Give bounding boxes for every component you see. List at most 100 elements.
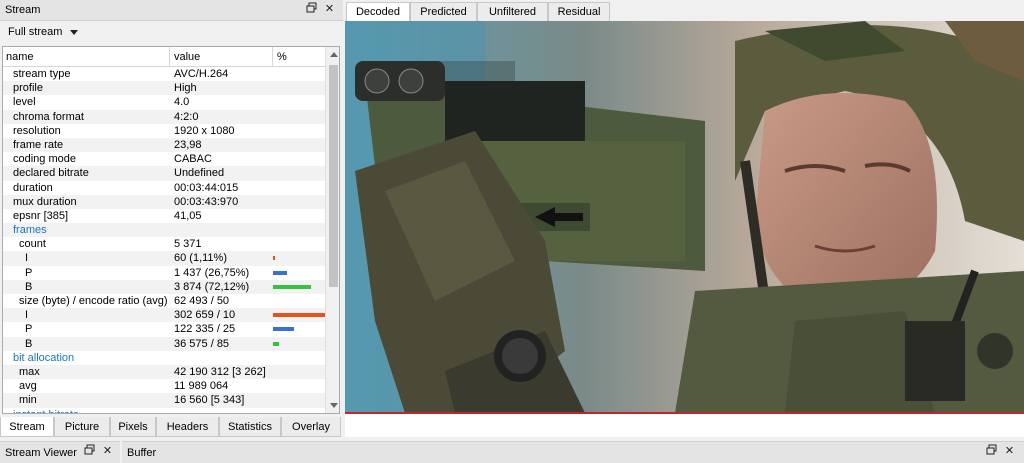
table-section-row[interactable]: frames (3, 223, 325, 238)
table-row[interactable]: coding mode CABAC (3, 152, 325, 166)
percent-bar (273, 341, 279, 346)
row-name: epsnr [385] (13, 209, 69, 222)
tab-label: Pixels (118, 421, 148, 433)
chevron-down-icon (70, 29, 79, 35)
table-row[interactable]: B 36 575 / 85 (3, 336, 325, 351)
table-row[interactable]: B 3 874 (72,12%) (3, 279, 325, 294)
tab-picture[interactable]: Picture (54, 417, 110, 437)
row-value: 11 989 064 (174, 380, 229, 393)
viewer-footer (345, 414, 1024, 437)
row-value: 4.0 (174, 96, 190, 109)
tab-stream[interactable]: Stream (0, 417, 54, 437)
table-row[interactable]: frame rate 23,98 (3, 137, 325, 153)
close-icon[interactable]: ✕ (1002, 444, 1017, 459)
table-row[interactable]: resolution 1920 x 1080 (3, 124, 325, 138)
table-row[interactable]: size (byte) / encode ratio (avg) 62 493 /… (3, 294, 325, 308)
stream-viewer-titlebar: Stream Viewer ✕ (0, 441, 120, 463)
tab-statistics[interactable]: Statistics (219, 417, 281, 437)
stream-dock-titlebar: Stream ✕ (0, 0, 343, 21)
tab-label: Predicted (420, 6, 467, 18)
stream-dock-title: Stream (5, 4, 41, 16)
table-row[interactable]: level 4.0 (3, 95, 325, 109)
restore-window-icon[interactable] (304, 2, 319, 17)
tab-headers[interactable]: Headers (156, 417, 219, 437)
row-name: B (25, 337, 33, 350)
row-value: 62 493 / 50 (174, 295, 230, 307)
row-name: count (19, 238, 46, 251)
tab-label: Overlay (292, 421, 330, 433)
row-name: chroma format (13, 110, 84, 123)
tab-predicted[interactable]: Predicted (410, 2, 477, 22)
table-row[interactable]: chroma format 4:2:0 (3, 109, 325, 124)
percent-bar (273, 256, 275, 261)
app-window: Stream ✕ Full stream name value % stream… (0, 0, 1024, 463)
tab-residual[interactable]: Residual (548, 2, 610, 22)
table-row[interactable]: P 122 335 / 25 (3, 322, 325, 336)
table-header: name value % (3, 47, 325, 67)
tab-overlay[interactable]: Overlay (281, 417, 341, 437)
row-value: 00:03:43:970 (174, 195, 239, 208)
table-row[interactable]: avg 11 989 064 (3, 379, 325, 393)
row-name: duration (13, 181, 53, 194)
percent-bar (273, 313, 325, 318)
buffer-titlebar: Buffer ✕ (122, 441, 1024, 463)
row-value: 41,05 (174, 209, 202, 222)
tab-label: Stream (9, 421, 45, 433)
stream-scope-dropdown[interactable]: Full stream (2, 23, 84, 43)
table-body: stream type AVC/H.264 profile High level 4.0 c… (3, 67, 325, 414)
row-name: I (25, 309, 29, 322)
tab-label: Picture (64, 421, 100, 433)
table-row[interactable]: count 5 371 (3, 237, 325, 251)
column-header-name[interactable]: name (6, 51, 34, 63)
table-row[interactable]: min 16 560 [5 343] (3, 393, 325, 408)
row-name: profile (13, 82, 43, 95)
scrollbar-thumb[interactable] (329, 65, 338, 287)
table-row[interactable]: declared bitrate Undefined (3, 166, 325, 181)
table-row[interactable]: I 60 (1,11%) (3, 251, 325, 266)
table-row[interactable]: mux duration 00:03:43:970 (3, 194, 325, 209)
table-row[interactable]: I 302 659 / 10 (3, 308, 325, 323)
row-value: 36 575 / 85 (174, 337, 230, 350)
vertical-scrollbar[interactable] (325, 47, 339, 413)
row-name: stream type (13, 68, 71, 80)
table-row[interactable]: max 42 190 312 [3 262] (3, 364, 325, 380)
scroll-up-icon[interactable] (330, 52, 338, 57)
close-icon[interactable]: ✕ (322, 2, 337, 17)
restore-window-icon[interactable] (984, 444, 999, 459)
column-header-percent[interactable]: % (277, 51, 287, 63)
column-header-value[interactable]: value (174, 51, 200, 63)
table-row[interactable]: P 1 437 (26,75%) (3, 266, 325, 280)
table-row[interactable]: profile High (3, 81, 325, 96)
buffer-title: Buffer (127, 447, 157, 459)
row-value: AVC/H.264 (174, 68, 229, 80)
column-divider[interactable] (169, 47, 170, 67)
tab-pixels[interactable]: Pixels (110, 417, 156, 437)
table-section-row[interactable]: bit allocation (3, 351, 325, 365)
row-name: frames (13, 224, 47, 237)
stream-dock-tabs: Stream Picture Pixels Headers Statistics… (0, 417, 343, 437)
row-name: size (byte) / encode ratio (avg) (19, 295, 168, 307)
decoded-frame-view[interactable] (345, 21, 1024, 413)
row-name: I (25, 252, 29, 265)
row-name: mux duration (13, 195, 77, 208)
restore-window-icon[interactable] (82, 444, 97, 459)
tab-decoded[interactable]: Decoded (346, 2, 410, 22)
row-value: CABAC (174, 153, 212, 166)
row-name: frame rate (13, 138, 64, 151)
row-name: P (25, 266, 33, 279)
table-row[interactable]: duration 00:03:44:015 (3, 181, 325, 195)
column-divider[interactable] (272, 47, 273, 67)
stream-viewer-title: Stream Viewer (5, 447, 77, 459)
tab-label: Headers (166, 421, 209, 433)
scroll-down-icon[interactable] (330, 403, 338, 408)
row-name: avg (19, 380, 37, 393)
row-name: level (13, 96, 36, 109)
row-value: 302 659 / 10 (174, 309, 236, 322)
tab-unfiltered[interactable]: Unfiltered (477, 2, 548, 22)
table-row[interactable]: stream type AVC/H.264 (3, 67, 325, 81)
tab-label: Decoded (355, 6, 401, 18)
table-row[interactable]: epsnr [385] 41,05 (3, 209, 325, 223)
table-section-row[interactable]: instant bitrate (3, 408, 325, 414)
stream-scope-value: Full stream (8, 26, 63, 38)
close-icon[interactable]: ✕ (100, 444, 115, 459)
